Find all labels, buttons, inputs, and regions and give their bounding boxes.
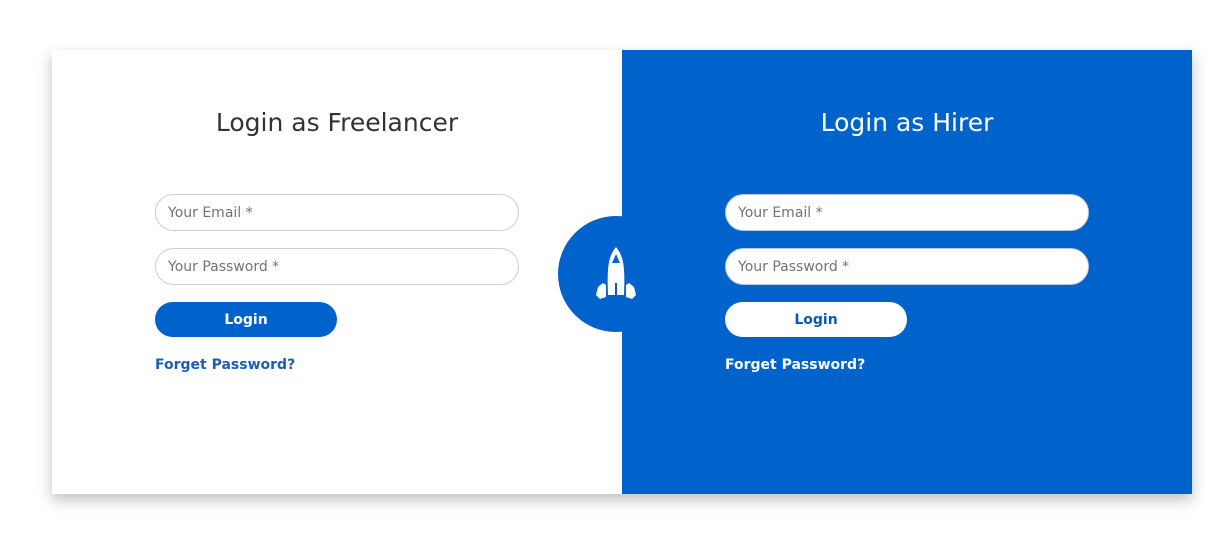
freelancer-title: Login as Freelancer [215, 108, 459, 137]
rocket-badge [558, 216, 674, 332]
freelancer-password-input[interactable] [155, 248, 519, 285]
hirer-email-input[interactable] [725, 194, 1089, 231]
freelancer-email-input[interactable] [155, 194, 519, 231]
freelancer-form: Login Forget Password? [155, 194, 519, 373]
freelancer-login-button[interactable]: Login [155, 302, 337, 337]
freelancer-forgot-password-link[interactable]: Forget Password? [155, 357, 295, 373]
hirer-forgot-password-link[interactable]: Forget Password? [725, 357, 865, 373]
hirer-login-button[interactable]: Login [725, 302, 907, 337]
rocket-icon [596, 247, 636, 299]
hirer-panel: Login as Hirer Login Forget Password? [622, 50, 1192, 494]
freelancer-panel: Login as Freelancer Login Forget Passwor… [52, 50, 622, 494]
hirer-password-input[interactable] [725, 248, 1089, 285]
hirer-title: Login as Hirer [820, 108, 994, 137]
hirer-form: Login Forget Password? [725, 194, 1089, 373]
